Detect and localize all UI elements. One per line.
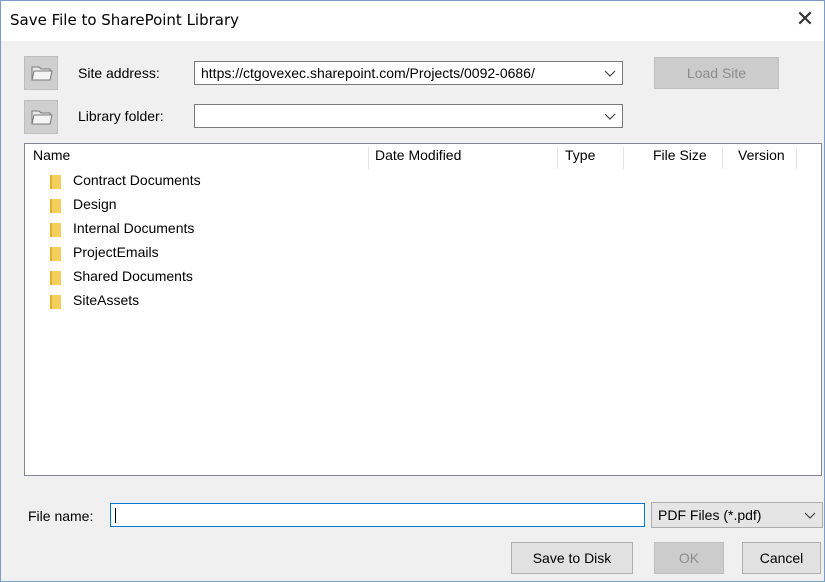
column-header-version[interactable]: Version bbox=[738, 147, 785, 169]
library-folder-label: Library folder: bbox=[78, 108, 164, 124]
folder-open-icon bbox=[31, 110, 53, 125]
ok-button[interactable]: OK bbox=[654, 542, 724, 574]
file-type-value: PDF Files (*.pdf) bbox=[658, 507, 762, 523]
folder-icon bbox=[50, 295, 61, 309]
close-icon[interactable]: ✕ bbox=[790, 6, 820, 34]
folder-icon bbox=[50, 199, 61, 213]
column-divider[interactable] bbox=[722, 147, 723, 169]
cancel-button[interactable]: Cancel bbox=[742, 542, 821, 574]
file-name-label: File name: bbox=[28, 508, 94, 524]
file-name-input[interactable] bbox=[110, 503, 645, 527]
column-divider[interactable] bbox=[557, 147, 558, 169]
list-item-name: Shared Documents bbox=[73, 268, 193, 284]
folder-icon bbox=[50, 247, 61, 261]
list-item-name: Design bbox=[73, 196, 117, 212]
column-header-name[interactable]: Name bbox=[33, 147, 70, 169]
chevron-down-icon[interactable] bbox=[802, 506, 818, 524]
save-to-sharepoint-dialog: Save File to SharePoint Library ✕ Site a… bbox=[0, 0, 825, 582]
library-folder-button[interactable] bbox=[24, 100, 58, 134]
list-item-name: Internal Documents bbox=[73, 220, 195, 236]
column-header-type[interactable]: Type bbox=[565, 147, 595, 169]
load-site-button[interactable]: Load Site bbox=[654, 57, 779, 89]
column-divider[interactable] bbox=[796, 147, 797, 169]
folder-icon bbox=[50, 223, 61, 237]
column-header-date-modified[interactable]: Date Modified bbox=[375, 147, 461, 169]
list-item-name: ProjectEmails bbox=[73, 244, 159, 260]
file-list[interactable]: Name Date Modified Type File Size Versio… bbox=[24, 143, 822, 476]
list-item-name: Contract Documents bbox=[73, 172, 201, 188]
list-item-name: SiteAssets bbox=[73, 292, 140, 308]
column-header-file-size[interactable]: File Size bbox=[653, 147, 707, 169]
title-bar[interactable]: Save File to SharePoint Library ✕ bbox=[1, 1, 824, 41]
column-divider[interactable] bbox=[623, 147, 624, 169]
window-title: Save File to SharePoint Library bbox=[10, 11, 240, 29]
site-folder-button[interactable] bbox=[24, 56, 58, 90]
site-address-label: Site address: bbox=[78, 65, 160, 81]
file-type-select[interactable]: PDF Files (*.pdf) bbox=[651, 502, 823, 528]
folder-icon bbox=[50, 175, 61, 189]
text-caret bbox=[115, 508, 116, 523]
folder-icon bbox=[50, 271, 61, 285]
chevron-down-icon[interactable] bbox=[602, 64, 618, 82]
folder-open-icon bbox=[31, 66, 53, 81]
chevron-down-icon[interactable] bbox=[602, 107, 618, 125]
save-to-disk-button[interactable]: Save to Disk bbox=[511, 542, 633, 574]
column-divider[interactable] bbox=[368, 147, 369, 169]
library-folder-combo[interactable] bbox=[194, 104, 623, 128]
site-address-value: https://ctgovexec.sharepoint.com/Project… bbox=[201, 65, 535, 81]
site-address-combo[interactable]: https://ctgovexec.sharepoint.com/Project… bbox=[194, 61, 623, 85]
